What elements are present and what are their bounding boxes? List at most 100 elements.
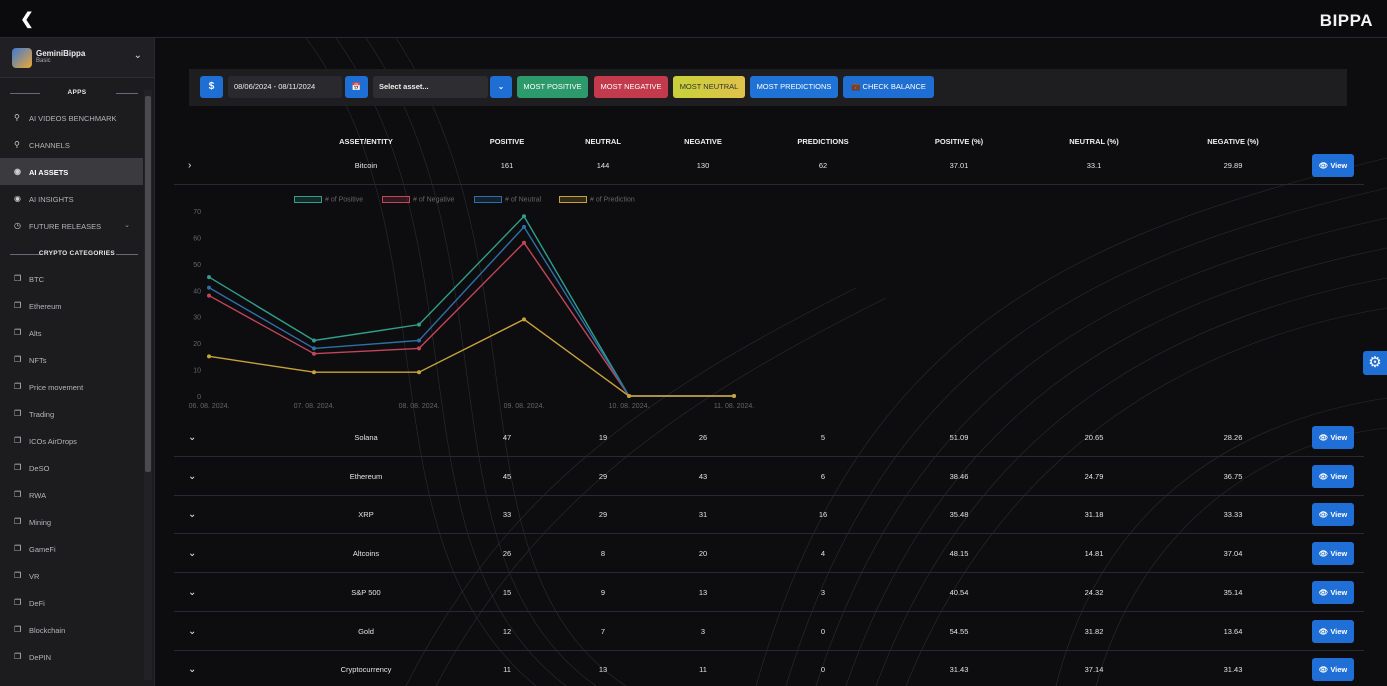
legend-swatch (382, 196, 410, 203)
chevron-down-icon[interactable]: ⌄ (188, 650, 196, 686)
table-row: ⌄ Solana 47 19 26 5 51.09 20.65 28.26 👁 View (174, 418, 1364, 457)
data-point[interactable] (522, 317, 526, 322)
view-button[interactable]: 👁 View (1312, 542, 1354, 565)
x-tick-label: 07. 08. 2024. (294, 403, 335, 410)
asset-select[interactable]: Select asset... (373, 76, 488, 98)
sidebar-item-channels[interactable]: ⚲ CHANNELS (0, 131, 154, 158)
chevron-down-icon[interactable]: ⌄ (188, 573, 196, 612)
currency-button[interactable]: $ (200, 76, 223, 98)
sidebar-item-ai-videos-benchmark[interactable]: ⚲ AI VIDEOS BENCHMARK (0, 104, 154, 131)
chevron-down-icon[interactable]: ⌄ (188, 534, 196, 573)
legend-item[interactable]: # of Prediction (559, 196, 635, 203)
data-point[interactable] (417, 338, 421, 343)
most-negative-button[interactable]: MOST NEGATIVE (594, 76, 668, 98)
x-tick-label: 10. 08. 2024. (609, 403, 650, 410)
main-content: $ 08/06/2024 - 08/11/2024 📅 Select asset… (156, 38, 1387, 686)
sidebar-item-icos-airdrops[interactable]: ❐ ICOs AirDrops (0, 427, 154, 454)
chevron-down-icon[interactable]: ⌄ (188, 457, 196, 496)
table-cell: 33.33 (1223, 510, 1243, 519)
data-point[interactable] (732, 394, 736, 398)
sidebar-item-nfts[interactable]: ❐ NFTs (0, 346, 154, 373)
table-row: ⌄ Ethereum 45 29 43 6 38.46 24.79 36.75 👁 View (174, 457, 1364, 496)
view-button[interactable]: 👁 View (1312, 465, 1354, 488)
table-cell: 29.89 (1223, 161, 1243, 170)
table-cell: Bitcoin (354, 161, 378, 170)
most-positive-button[interactable]: MOST POSITIVE (517, 76, 588, 98)
series-line (208, 241, 734, 397)
table-cell: 38.46 (949, 472, 969, 481)
sidebar-item-alts[interactable]: ❐ Alts (0, 319, 154, 346)
chevron-down-icon[interactable]: ⌄ (188, 612, 196, 651)
sidebar-item-defi[interactable]: ❐ DeFi (0, 589, 154, 616)
data-point[interactable] (312, 370, 316, 375)
sidebar-item-rwa[interactable]: ❐ RWA (0, 481, 154, 508)
sidebar-item-label: Mining (29, 518, 52, 527)
table-row: ⌄ Cryptocurrency 11 13 11 0 31.43 37.14 31.43 👁 V… (174, 650, 1364, 686)
sidebar-item-label: ICOs AirDrops (29, 437, 77, 446)
data-point[interactable] (627, 394, 631, 398)
back-arrow-icon[interactable]: ❮ (18, 11, 36, 29)
data-point[interactable] (417, 346, 421, 351)
data-point[interactable] (207, 285, 211, 290)
view-button[interactable]: 👁 View (1312, 658, 1354, 681)
table-cell: 45 (502, 472, 512, 481)
table-cell: 37.04 (1223, 549, 1243, 558)
data-point[interactable] (522, 214, 526, 219)
calendar-icon[interactable]: 📅 (345, 76, 368, 98)
sidebar-item-btc[interactable]: ❐ BTC (0, 265, 154, 292)
data-point[interactable] (207, 293, 211, 298)
data-point[interactable] (312, 338, 316, 343)
data-point[interactable] (417, 322, 421, 327)
chevron-down-icon[interactable]: ⌄ (134, 50, 142, 61)
cube-icon: ❐ (14, 436, 22, 445)
view-button[interactable]: 👁 View (1312, 426, 1354, 449)
chevron-down-icon[interactable]: ⌄ (490, 76, 512, 98)
data-point[interactable] (522, 240, 526, 245)
view-button[interactable]: 👁 View (1312, 581, 1354, 604)
data-point[interactable] (417, 370, 421, 375)
sidebar-item-gamefi[interactable]: ❐ GameFi (0, 535, 154, 562)
sidebar-item-label: DePIN (29, 653, 52, 662)
sidebar-item-blockchain[interactable]: ❐ Blockchain (0, 616, 154, 643)
data-point[interactable] (312, 351, 316, 356)
most-neutral-button[interactable]: MOST NEUTRAL (673, 76, 745, 98)
date-range-input[interactable]: 08/06/2024 - 08/11/2024 (228, 76, 342, 98)
sidebar-item-ethereum[interactable]: ❐ Ethereum (0, 292, 154, 319)
sidebar-item-mining[interactable]: ❐ Mining (0, 508, 154, 535)
sidebar-item-price-movement[interactable]: ❐ Price movement (0, 373, 154, 400)
table-cell: 54.55 (949, 627, 969, 636)
view-button[interactable]: 👁 View (1312, 620, 1354, 643)
sidebar-item-trading[interactable]: ❐ Trading (0, 400, 154, 427)
chevron-right-icon[interactable]: › (188, 146, 191, 185)
legend-item[interactable]: # of Neutral (474, 196, 541, 203)
sidebar-item-ai-assets[interactable]: ◉ AI ASSETS (0, 158, 143, 185)
data-point[interactable] (207, 354, 211, 359)
check-balance-button[interactable]: 💼 CHECK BALANCE (843, 76, 934, 98)
sidebar-item-future-releases[interactable]: ◷ FUTURE RELEASES ⌄ (0, 212, 154, 239)
chevron-down-icon[interactable]: ⌄ (124, 221, 130, 229)
sidebar-item-deso[interactable]: ❐ DeSO (0, 454, 154, 481)
table-cell: S&P 500 (351, 588, 381, 597)
sidebar-item-label: Alts (29, 329, 42, 338)
most-predictions-button[interactable]: MOST PREDICTIONS (750, 76, 838, 98)
data-point[interactable] (207, 275, 211, 280)
sidebar-item-depin[interactable]: ❐ DePIN (0, 643, 154, 670)
legend-item[interactable]: # of Negative (382, 196, 454, 203)
sidebar-item-ai-insights[interactable]: ◉ AI INSIGHTS (0, 185, 154, 212)
eye-icon: ◉ (14, 167, 21, 176)
table-cell: 31 (698, 510, 708, 519)
table-row: ⌄ XRP 33 29 31 16 35.48 31.18 33.33 👁 View (174, 495, 1364, 534)
sidebar-scroll-thumb[interactable] (145, 96, 151, 472)
data-point[interactable] (522, 224, 526, 229)
chevron-down-icon[interactable]: ⌄ (188, 418, 196, 457)
view-button[interactable]: 👁 View (1312, 503, 1354, 526)
data-point[interactable] (312, 346, 316, 351)
sidebar-item-vr[interactable]: ❐ VR (0, 562, 154, 589)
cube-icon: ❐ (14, 571, 22, 580)
view-button[interactable]: 👁 View (1312, 154, 1354, 177)
user-menu[interactable]: GeminiBippa Basic ⌄ (0, 38, 154, 78)
gear-icon[interactable]: ⚙ (1363, 351, 1387, 375)
legend-item[interactable]: # of Positive (294, 196, 363, 203)
sidebar-item-label: AI ASSETS (29, 168, 69, 177)
chevron-down-icon[interactable]: ⌄ (188, 495, 196, 534)
